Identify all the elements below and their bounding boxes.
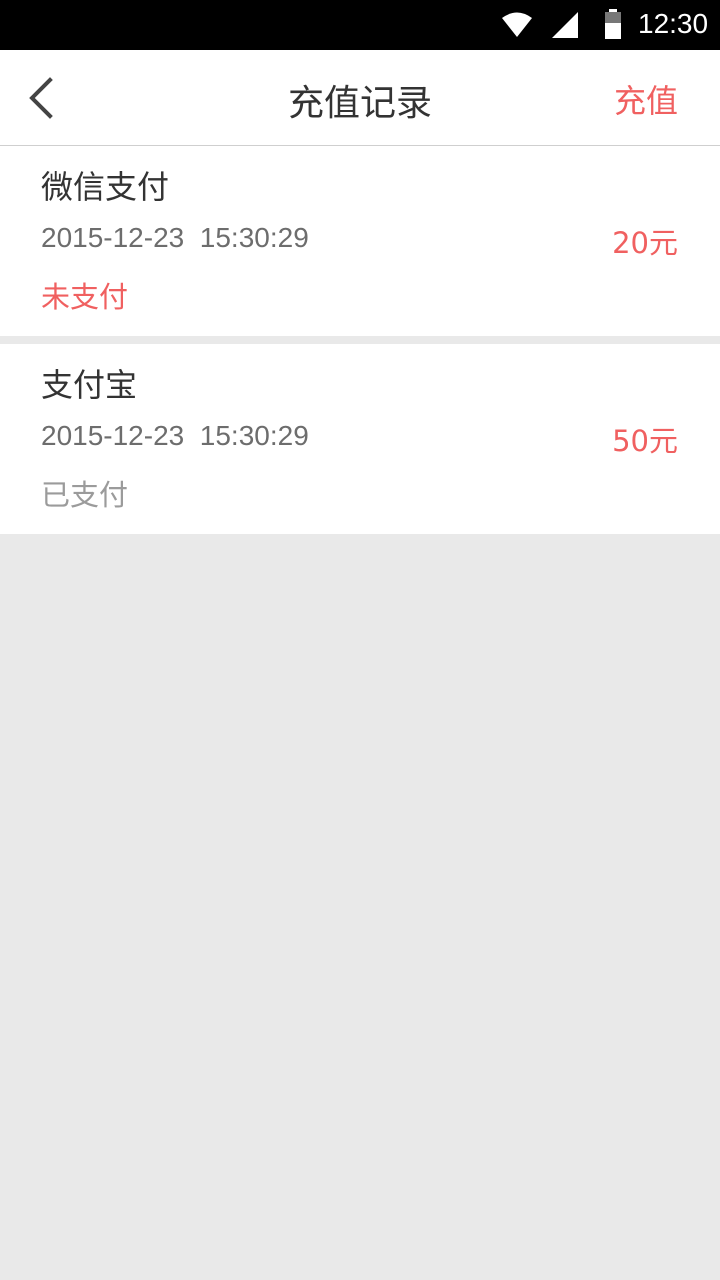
page-title: 充值记录 xyxy=(287,83,432,124)
record-amount: 50元 xyxy=(612,424,678,458)
status-bar: 12:30 xyxy=(0,0,720,50)
status-time: 12:30 xyxy=(638,8,709,39)
record-amount: 20元 xyxy=(612,226,678,260)
payment-method: 支付宝 xyxy=(41,366,138,404)
list-item[interactable]: 微信支付 2015-12-23 15:30:29 20元 未支付 xyxy=(0,146,720,336)
battery-icon xyxy=(604,9,622,43)
payment-status: 未支付 xyxy=(41,280,129,314)
list-item[interactable]: 支付宝 2015-12-23 15:30:29 50元 已支付 xyxy=(0,344,720,534)
payment-status: 已支付 xyxy=(41,478,129,512)
payment-method: 微信支付 xyxy=(41,168,170,206)
signal-icon xyxy=(552,12,578,42)
record-datetime: 2015-12-23 15:30:29 xyxy=(41,222,309,253)
app-bar: 充值记录 充值 xyxy=(0,50,720,146)
recharge-button[interactable]: 充值 xyxy=(614,76,678,122)
record-datetime: 2015-12-23 15:30:29 xyxy=(41,420,309,451)
wifi-icon xyxy=(502,12,532,42)
